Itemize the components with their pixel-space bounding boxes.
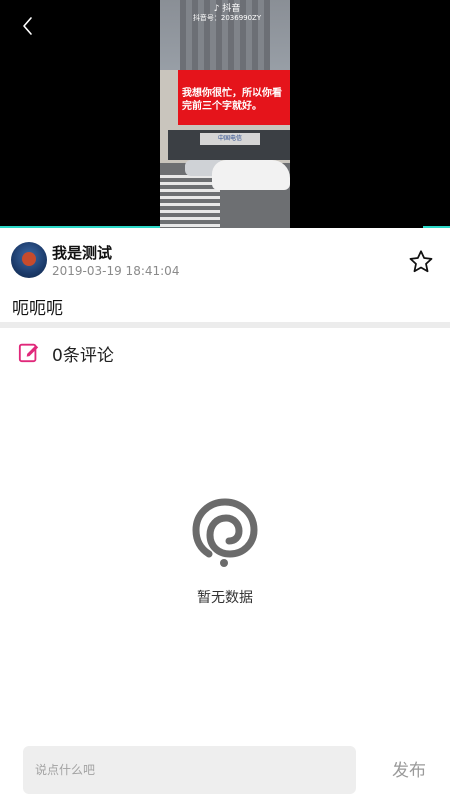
watermark-app: ♪ 抖音: [213, 4, 241, 14]
video-progress-right: [423, 226, 450, 228]
star-icon[interactable]: [407, 248, 435, 276]
video-billboard: 我想你很忙，所以你看完前三个字就好。: [178, 70, 290, 125]
post-timestamp: 2019-03-19 18:41:04: [52, 264, 180, 278]
author-name[interactable]: 我是测试: [52, 242, 112, 263]
author-row: 我是测试 2019-03-19 18:41:04: [0, 238, 450, 284]
avatar-emblem: [22, 252, 36, 266]
video-store-sign: 中国电信: [200, 133, 260, 145]
section-divider: [0, 322, 450, 328]
video-player[interactable]: 我想你很忙，所以你看完前三个字就好。 中国电信 ♪ 抖音 抖音号：2036990…: [0, 0, 450, 228]
spiral-empty-icon: [192, 498, 258, 567]
comment-input[interactable]: 说点什么吧: [23, 746, 356, 794]
video-progress-left: [0, 226, 160, 228]
video-crosswalk: [160, 175, 220, 228]
publish-button[interactable]: 发布: [382, 756, 436, 786]
post-text: 呃呃呃: [12, 299, 63, 319]
comment-count: 0条评论: [52, 346, 114, 366]
video-frame: 我想你很忙，所以你看完前三个字就好。 中国电信 ♪ 抖音 抖音号：2036990…: [160, 0, 290, 228]
back-button[interactable]: [16, 14, 40, 38]
watermark-id: 抖音号：2036990ZY: [192, 14, 262, 22]
avatar[interactable]: [11, 242, 47, 278]
video-watermark: ♪ 抖音 抖音号：2036990ZY: [172, 4, 282, 22]
video-car: [212, 160, 290, 190]
empty-state-text: 暂无数据: [197, 590, 253, 606]
edit-icon: [18, 343, 39, 363]
comments-header: 0条评论: [0, 338, 450, 368]
